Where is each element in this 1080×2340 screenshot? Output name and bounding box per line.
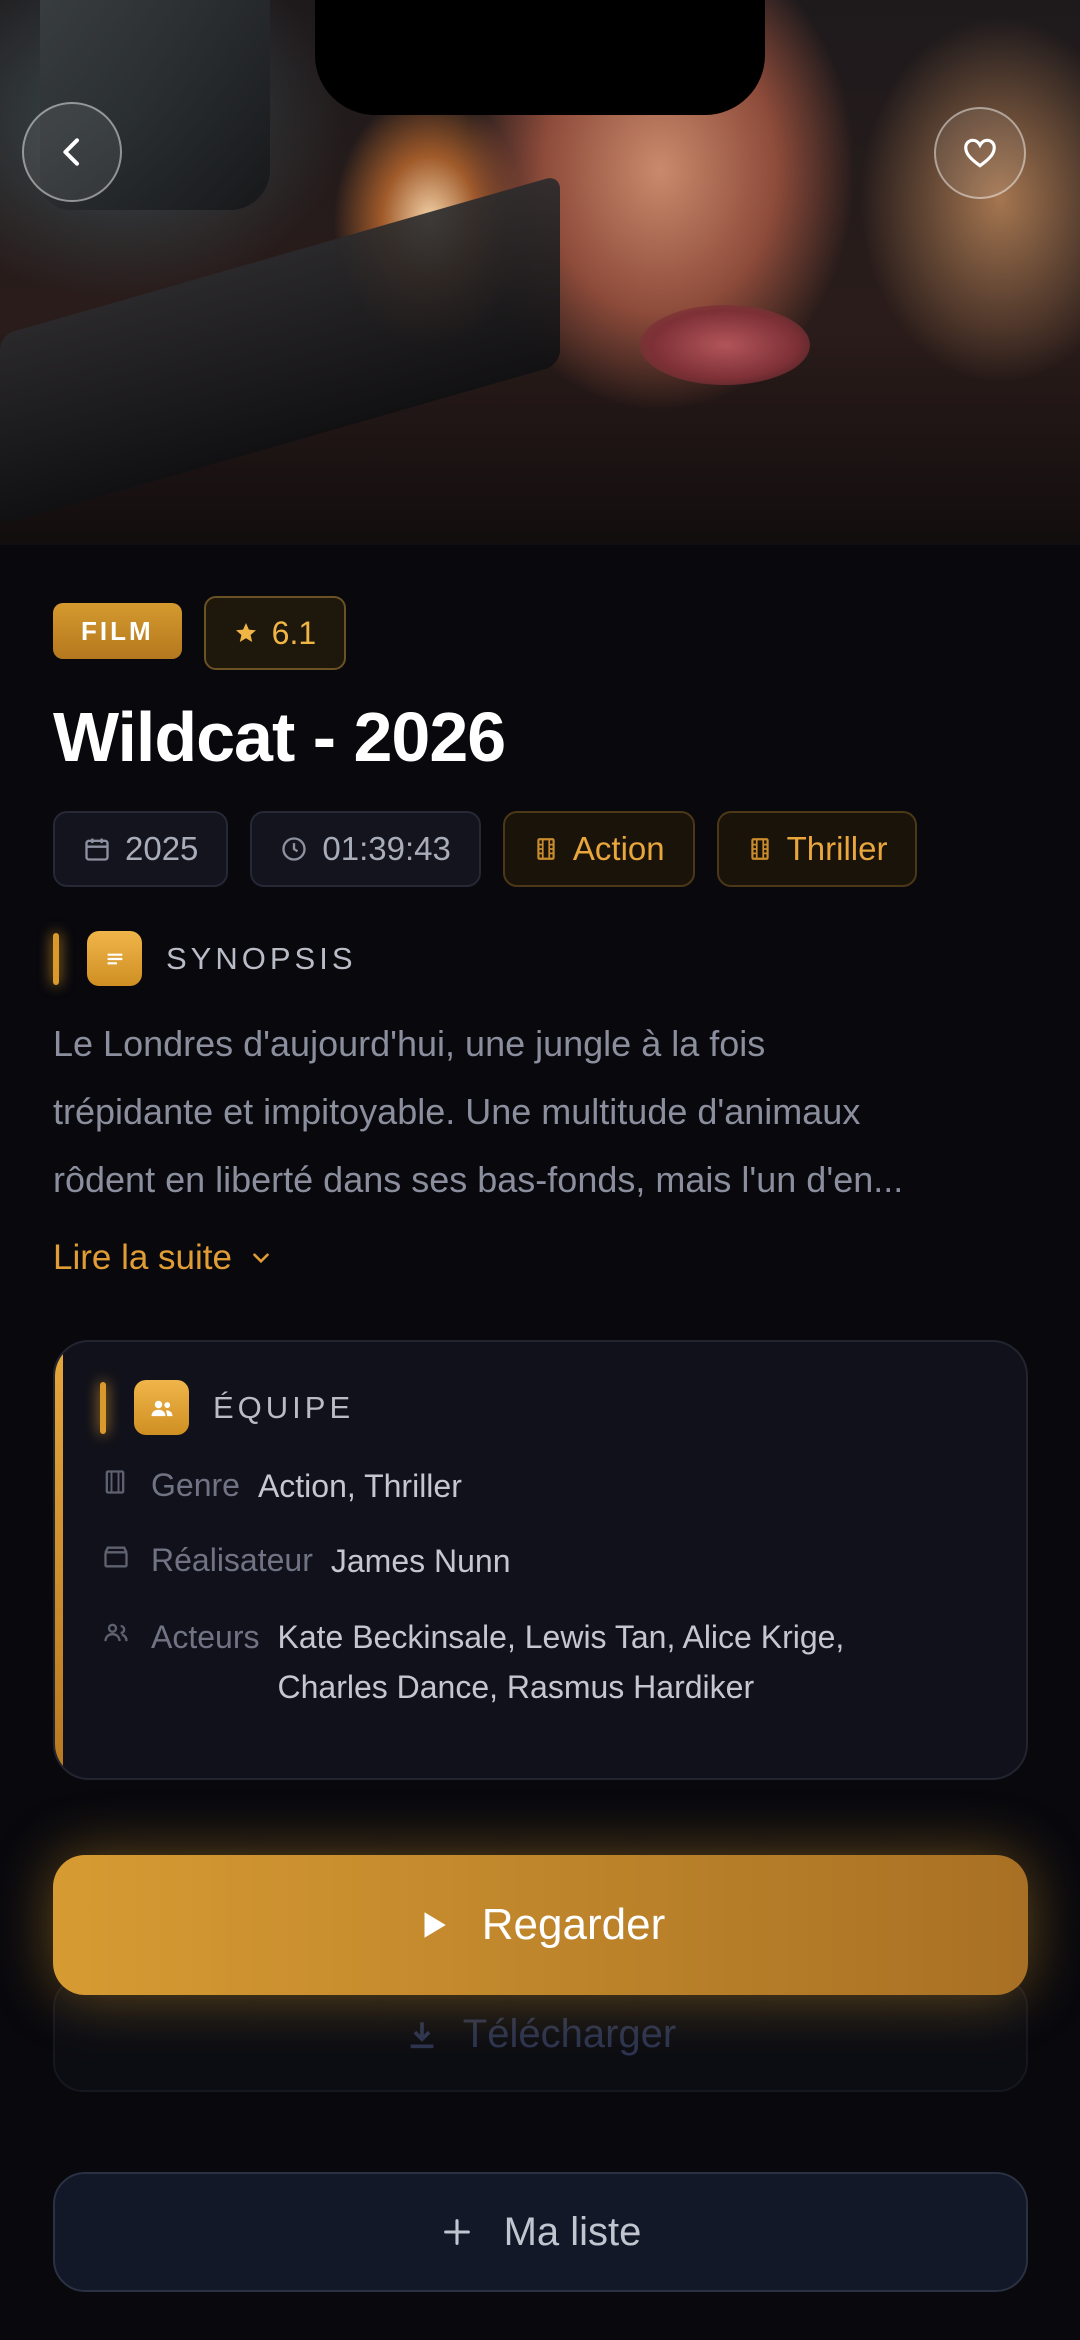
crew-card: ÉQUIPE Genre Action, Thriller Réalisateu… — [53, 1340, 1028, 1780]
favorite-button[interactable] — [934, 107, 1026, 199]
genre-value: Action, Thriller — [257, 1468, 462, 1504]
my-list-button[interactable]: Ma liste — [53, 2172, 1028, 2292]
synopsis-line: trépidante et impitoyable. Une multitude… — [53, 1091, 861, 1132]
plus-icon — [443, 2219, 470, 2245]
section-accent-bar — [100, 1381, 106, 1434]
chip-genre-thriller-label: Thriller — [786, 830, 888, 867]
film-icon — [101, 1467, 151, 1505]
actors-value: Kate Beckinsale, Lewis Tan, Alice Krige,… — [277, 1612, 844, 1712]
director-value: James Nunn — [330, 1543, 511, 1579]
crew-director-row: Réalisateur James Nunn — [101, 1542, 511, 1580]
clock-icon — [282, 837, 307, 861]
synopsis-icon — [87, 931, 142, 986]
back-button[interactable] — [22, 102, 122, 202]
watch-label: Regarder — [481, 1900, 666, 1949]
heart-icon — [964, 138, 996, 168]
clapperboard-icon — [101, 1542, 151, 1580]
rating-badge: 6.1 — [203, 596, 347, 670]
read-more-link[interactable]: Lire la suite — [53, 1238, 274, 1278]
crew-heading: ÉQUIPE — [213, 1389, 355, 1425]
director-label: Réalisateur — [151, 1542, 313, 1578]
chip-duration-label: 01:39:43 — [322, 830, 451, 867]
crew-accent — [55, 1342, 63, 1778]
type-badge: FILM — [53, 603, 182, 659]
synopsis-line: Le Londres d'aujourd'hui, une jungle à l… — [53, 1023, 766, 1064]
chip-genre-action[interactable]: Action — [502, 811, 695, 887]
chip-genre-action-label: Action — [572, 830, 665, 867]
poster-rifle — [0, 174, 560, 526]
crew-actors-row: Acteurs Kate Beckinsale, Lewis Tan, Alic… — [101, 1618, 844, 1712]
chip-year: 2025 — [53, 811, 229, 887]
play-icon — [424, 1912, 446, 1938]
badge-row: FILM 6.1 — [53, 596, 347, 670]
people-icon — [101, 1618, 151, 1712]
film-icon — [537, 838, 555, 860]
film-icon — [750, 838, 769, 860]
movie-title: Wildcat - 2026 — [53, 698, 506, 776]
star-icon — [235, 623, 256, 642]
actors-line: Kate Beckinsale, Lewis Tan, Alice Krige, — [277, 1619, 845, 1655]
actors-label: Acteurs — [151, 1619, 260, 1655]
chevron-left-icon — [63, 138, 79, 166]
chevron-down-icon — [253, 1253, 269, 1264]
camera-notch — [315, 0, 765, 115]
genre-label: Genre — [151, 1467, 240, 1503]
calendar-icon — [85, 838, 109, 861]
watch-button[interactable]: Regarder — [53, 1855, 1028, 1995]
chip-genre-thriller[interactable]: Thriller — [716, 811, 918, 887]
read-more-label: Lire la suite — [53, 1238, 232, 1277]
download-label: Télécharger — [462, 2012, 677, 2056]
my-list-label: Ma liste — [503, 2209, 642, 2254]
chip-duration: 01:39:43 — [250, 811, 481, 887]
actors-line: Charles Dance, Rasmus Hardiker — [277, 1669, 755, 1705]
rating-value: 6.1 — [271, 614, 317, 651]
chip-year-label: 2025 — [125, 830, 199, 867]
synopsis-heading: SYNOPSIS — [166, 940, 357, 976]
poster-face-detail — [640, 305, 810, 385]
synopsis-text: Le Londres d'aujourd'hui, une jungle à l… — [53, 1010, 1028, 1214]
crew-genre-row: Genre Action, Thriller — [101, 1467, 462, 1505]
team-icon — [134, 1380, 189, 1435]
meta-chips: 2025 01:39:43 Action Thriller — [53, 811, 918, 887]
download-icon — [410, 2021, 434, 2048]
synopsis-line: rôdent en liberté dans ses bas-fonds, ma… — [53, 1159, 904, 1200]
crew-header: ÉQUIPE — [100, 1380, 354, 1435]
synopsis-header: SYNOPSIS — [53, 931, 357, 986]
section-accent-bar — [53, 932, 59, 985]
